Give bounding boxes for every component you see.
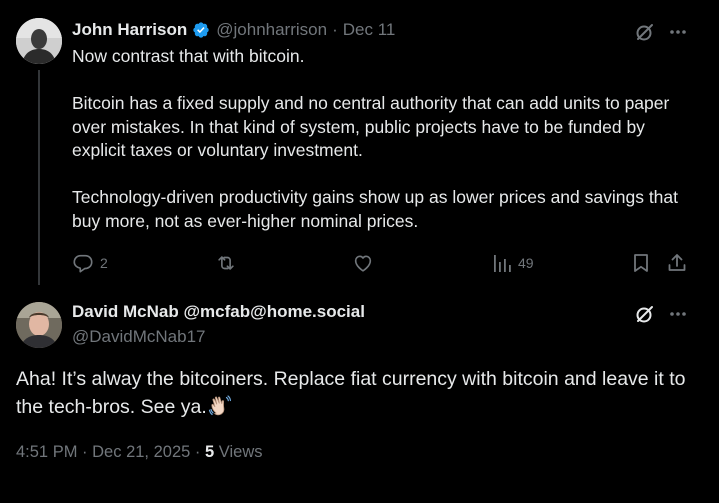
- reply-paragraph: Bitcoin has a fixed supply and no centra…: [72, 93, 670, 160]
- avatar-david-mcnab[interactable]: [16, 302, 62, 348]
- author-name[interactable]: David McNab @mcfab@home.social: [72, 302, 365, 322]
- more-button[interactable]: [668, 304, 688, 324]
- separator-dot: ·: [332, 20, 338, 39]
- reply-tweet-text: Now contrast that with bitcoin. Bitcoin …: [72, 45, 692, 233]
- reply-icon: [73, 254, 93, 273]
- reply-paragraph: Now contrast that with bitcoin.: [72, 46, 305, 66]
- retweet-icon: [218, 256, 234, 270]
- verified-badge-icon: [192, 21, 210, 39]
- views-count: 49: [518, 255, 534, 271]
- main-tweet-text: Aha! It’s alway the bitcoiners. Replace …: [16, 365, 706, 421]
- separator-dot: ·: [194, 443, 201, 461]
- more-icon: [670, 312, 686, 316]
- author-name[interactable]: John Harrison: [72, 20, 187, 40]
- grok-icon: [636, 306, 653, 323]
- views-button[interactable]: 49: [492, 252, 534, 274]
- waving-hand-emoji-icon: [208, 393, 232, 417]
- reply-action-bar: 2 49: [0, 250, 719, 276]
- bookmark-button[interactable]: [631, 252, 651, 274]
- reply-count: 2: [100, 255, 108, 271]
- author-handle[interactable]: @johnharrison: [216, 20, 327, 40]
- like-button[interactable]: [352, 252, 374, 274]
- bookmark-icon: [634, 254, 648, 272]
- share-button[interactable]: [666, 252, 688, 274]
- avatar-image: [16, 302, 62, 348]
- grok-button[interactable]: [634, 303, 656, 325]
- more-button[interactable]: [668, 22, 688, 42]
- tweet-full-date[interactable]: Dec 21, 2025: [92, 443, 190, 461]
- tweet-time[interactable]: 4:51 PM: [16, 443, 77, 461]
- reply-tweet: John Harrison @johnharrison · Dec 11 Now…: [0, 0, 719, 290]
- avatar-image: [16, 18, 62, 64]
- tweet-meta: 4:51 PM · Dec 21, 2025 · 5 Views: [16, 443, 262, 462]
- share-icon: [668, 254, 686, 271]
- views-label: Views: [218, 443, 263, 461]
- retweet-button[interactable]: [215, 252, 237, 274]
- main-tweet-body: Aha! It’s alway the bitcoiners. Replace …: [16, 368, 686, 418]
- more-icon: [670, 30, 686, 34]
- like-icon: [354, 255, 372, 272]
- reply-author-row: John Harrison @johnharrison · Dec 11: [72, 20, 395, 40]
- avatar-john-harrison[interactable]: [16, 18, 62, 64]
- main-author-row: David McNab @mcfab@home.social: [72, 302, 365, 322]
- author-handle[interactable]: @DavidMcNab17: [72, 327, 205, 347]
- views-count[interactable]: 5: [205, 443, 214, 461]
- tweet-date[interactable]: Dec 11: [343, 20, 396, 40]
- reply-button[interactable]: 2: [72, 252, 108, 274]
- reply-paragraph: Technology-driven productivity gains sho…: [72, 187, 679, 231]
- grok-button[interactable]: [634, 21, 656, 43]
- separator-dot: ·: [82, 443, 88, 461]
- views-icon: [494, 255, 511, 272]
- main-handle-row: @DavidMcNab17: [72, 327, 205, 347]
- grok-icon: [636, 24, 653, 41]
